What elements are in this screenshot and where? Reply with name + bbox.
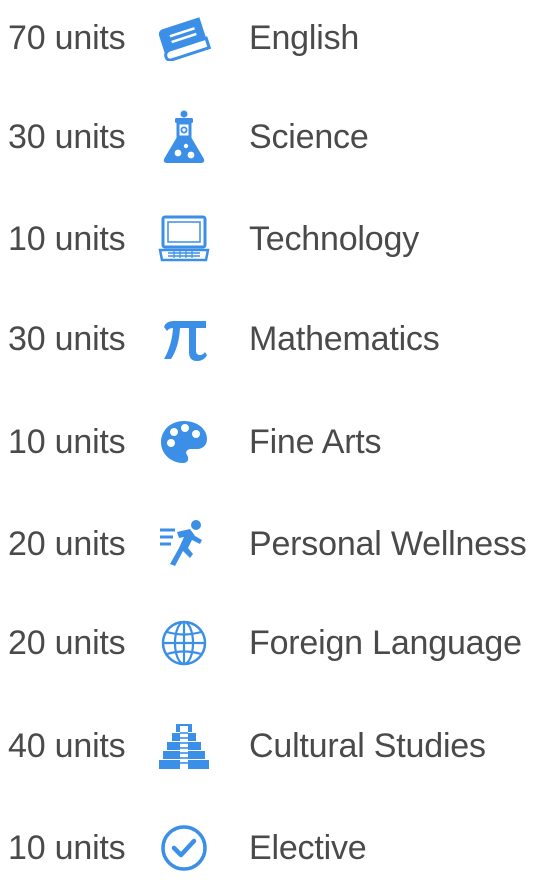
units-label: 20 units (8, 525, 126, 563)
requirement-row-mathematics: 30 units Mathematics (0, 309, 543, 369)
units-label: 40 units (8, 727, 126, 765)
subject-label: Foreign Language (249, 624, 522, 662)
units-label: 10 units (8, 423, 126, 461)
requirement-row-english: 70 units English (0, 8, 543, 68)
requirement-row-cultural-studies: 40 units Cultural Studies (0, 716, 543, 776)
units-label: 30 units (8, 320, 126, 358)
globe-icon (152, 613, 216, 673)
subject-label: Personal Wellness (249, 525, 527, 563)
pyramid-icon (152, 716, 216, 776)
requirement-row-fine-arts: 10 units Fine Arts (0, 412, 543, 472)
requirement-row-elective: 10 units Elective (0, 818, 543, 878)
units-label: 10 units (8, 220, 126, 258)
subject-label: Elective (249, 829, 367, 867)
subject-label: Fine Arts (249, 423, 382, 461)
check-circle-icon (152, 818, 216, 878)
subject-label: Technology (249, 220, 420, 258)
units-label: 70 units (8, 19, 126, 57)
requirement-row-personal-wellness: 20 units Personal Wellness (0, 514, 543, 574)
subject-label: Cultural Studies (249, 727, 486, 765)
pi-icon (152, 309, 216, 369)
requirement-row-technology: 10 units Technology (0, 209, 543, 269)
flask-icon (152, 107, 216, 167)
requirement-row-science: 30 units Science (0, 107, 543, 167)
units-label: 10 units (8, 829, 126, 867)
running-icon (152, 514, 216, 574)
subject-label: Mathematics (249, 320, 440, 358)
units-label: 30 units (8, 118, 126, 156)
palette-icon (152, 412, 216, 472)
requirement-row-foreign-language: 20 units Foreign Language (0, 613, 543, 673)
subject-label: Science (249, 118, 369, 156)
subject-label: English (249, 19, 360, 57)
units-label: 20 units (8, 624, 126, 662)
laptop-icon (152, 209, 216, 269)
book-icon (152, 8, 216, 68)
